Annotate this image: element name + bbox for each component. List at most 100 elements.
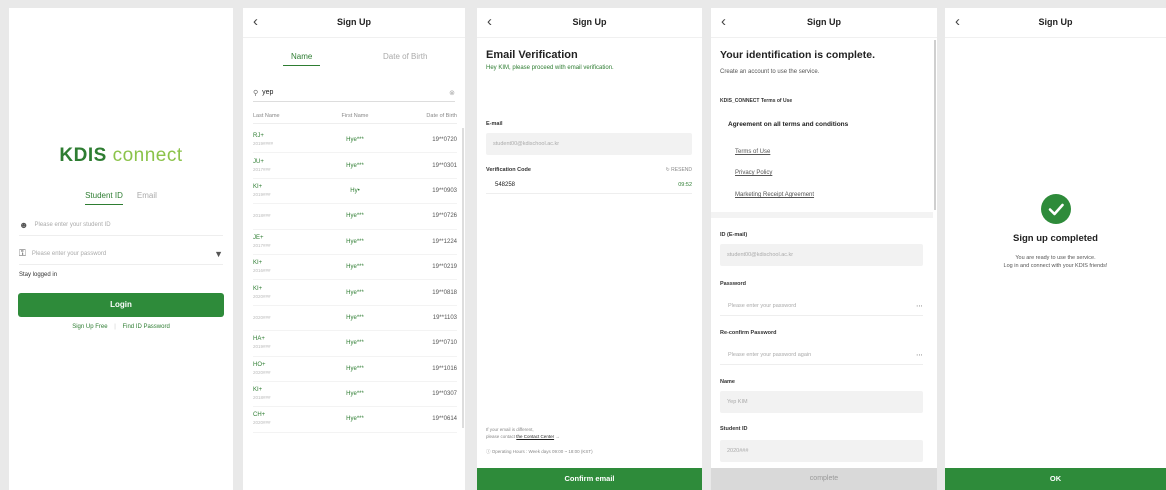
- logo-kdis: KDIS: [59, 145, 107, 166]
- search-query: yep: [262, 89, 274, 96]
- first-name-cell: Hye***: [346, 340, 364, 347]
- contact-center-link[interactable]: the Contact Center: [516, 434, 554, 439]
- table-row[interactable]: KI+ 2019### Hy• 19**0903: [253, 179, 457, 205]
- operating-hours: ⓘ Operating Hours : Week days 09:00 ~ 18…: [486, 449, 593, 454]
- terms-of-use-link[interactable]: Terms of Use: [735, 149, 770, 155]
- reconfirm-password-field[interactable]: Please enter your password again ⋯: [720, 345, 923, 365]
- clear-icon[interactable]: ⊗: [449, 89, 455, 97]
- password-label: Password: [720, 281, 746, 287]
- birth-date-cell: 19**1016: [432, 365, 457, 372]
- student-number: 2019###: [253, 344, 271, 350]
- user-icon: ☻: [19, 219, 29, 230]
- tab-date-of-birth[interactable]: Date of Birth: [383, 52, 427, 61]
- table-row[interactable]: 2018### Hye*** 19**0726: [253, 204, 457, 230]
- code-label: Verification Code: [486, 167, 531, 173]
- birth-date-cell: 19**0818: [432, 289, 457, 296]
- last-name: KI+: [253, 260, 263, 267]
- search-input[interactable]: ⚲ yep ⊗: [253, 84, 455, 102]
- eye-icon[interactable]: ▼: [214, 249, 223, 259]
- eye-icon[interactable]: ⋯: [916, 302, 923, 310]
- first-name-cell: Hye***: [346, 213, 364, 220]
- table-row[interactable]: JU+ 2017### Hye*** 19**0301: [253, 153, 457, 179]
- confirm-email-button[interactable]: Confirm email: [477, 468, 702, 490]
- find-password-link[interactable]: Find ID Password: [122, 324, 169, 330]
- column-header: Date of Birth: [426, 113, 457, 119]
- subheading: Hey KIM, please proceed with email verif…: [486, 65, 614, 71]
- student-id-field: 2020###: [720, 440, 923, 462]
- ok-button[interactable]: OK: [945, 468, 1166, 490]
- email-field: student00@kdischool.ac.kr: [486, 133, 692, 155]
- table-row[interactable]: JE+ 2017### Hye*** 19**1224: [253, 230, 457, 255]
- help-text: If your email is different,: [486, 427, 534, 432]
- table-row[interactable]: CH+ 2020### Hye*** 19**0614: [253, 407, 457, 433]
- arrow-icon: →: [555, 434, 560, 439]
- heading: Email Verification: [486, 49, 578, 61]
- page-title: Sign Up: [337, 17, 371, 27]
- tab-email[interactable]: Email: [137, 191, 157, 205]
- tab-name[interactable]: Name: [283, 52, 321, 66]
- last-name-cell: RJ+ 2019####: [253, 132, 321, 148]
- last-name: RJ+: [253, 133, 264, 140]
- login-button[interactable]: Login: [18, 293, 224, 317]
- privacy-policy-link[interactable]: Privacy Policy: [735, 170, 772, 176]
- last-name-cell: KI+ 2016###: [253, 259, 321, 275]
- first-name-cell: Hye***: [346, 162, 364, 169]
- first-name-cell: Hye***: [346, 289, 364, 296]
- agree-all-checkbox[interactable]: Agreement on all terms and conditions: [728, 121, 848, 128]
- first-name-cell: Hye***: [346, 137, 364, 144]
- name-field: Yep KIM: [720, 391, 923, 413]
- table-header: Last Name First Name Date of Birth: [253, 113, 457, 124]
- terms-title: KDIS_CONNECT Terms of Use: [720, 98, 793, 104]
- last-name-cell: HO+ 2020###: [253, 361, 321, 377]
- last-name-cell: 2020###: [253, 314, 321, 322]
- birth-date-cell: 19**0301: [432, 162, 457, 169]
- id-label: ID (E-mail): [720, 232, 748, 238]
- table-row[interactable]: HA+ 2019### Hye*** 19**0710: [253, 331, 457, 357]
- results-list: RJ+ 2019#### Hye*** 19**0720 JU+ 2017### Hye**…: [253, 128, 457, 433]
- student-number: 2017###: [253, 166, 271, 172]
- student-number: 2020###: [253, 314, 271, 320]
- completion-heading: Sign up completed: [1013, 233, 1098, 244]
- password-field[interactable]: ⚿ Please enter your password ▼: [19, 243, 223, 265]
- password-field[interactable]: Please enter your password ⋯: [720, 296, 923, 316]
- eye-icon[interactable]: ⋯: [916, 351, 923, 359]
- sign-up-link[interactable]: Sign Up Free: [72, 324, 107, 330]
- student-id-field[interactable]: ☻ Please enter your student ID: [19, 214, 223, 236]
- column-header: First Name: [341, 113, 369, 119]
- student-number: 2020###: [253, 293, 271, 299]
- password-placeholder: Please enter your password: [728, 302, 797, 309]
- scrollbar[interactable]: [934, 40, 936, 210]
- create-account-screen: ‹ Sign Up Your identification is complet…: [711, 8, 937, 490]
- top-bar: ‹ Sign Up: [945, 8, 1166, 38]
- heading: Your identification is complete.: [720, 49, 875, 61]
- table-row[interactable]: RJ+ 2019#### Hye*** 19**0720: [253, 128, 457, 154]
- scrollbar[interactable]: [462, 128, 464, 428]
- app-logo: KDIS connect: [9, 145, 233, 167]
- tab-student-id[interactable]: Student ID: [85, 191, 123, 205]
- sign-up-complete-screen: ‹ Sign Up Sign up completed You are read…: [945, 8, 1166, 490]
- page-title: Sign Up: [1038, 17, 1073, 27]
- table-row[interactable]: KI+ 2018### Hye*** 19**0307: [253, 382, 457, 408]
- verification-code-input[interactable]: 548258 09:52: [486, 176, 692, 194]
- login-links: Sign Up Free | Find ID Password: [9, 324, 233, 330]
- last-name-cell: JU+ 2017###: [253, 158, 321, 174]
- search-tabs: Name Date of Birth: [243, 38, 465, 74]
- column-header: Last Name: [253, 113, 280, 119]
- birth-date-cell: 19**0726: [432, 213, 457, 220]
- birth-date-cell: 19**0614: [432, 416, 457, 423]
- table-row[interactable]: 2020### Hye*** 19**1103: [253, 306, 457, 332]
- student-number: 2019###: [253, 191, 271, 197]
- student-number: 2019####: [253, 141, 274, 147]
- resend-button[interactable]: ↻ RESEND: [666, 167, 692, 173]
- complete-button[interactable]: complete: [711, 468, 937, 490]
- logo-connect: connect: [112, 145, 183, 166]
- last-name: HA+: [253, 336, 265, 343]
- table-row[interactable]: KI+ 2016### Hye*** 19**0219: [253, 255, 457, 281]
- marketing-agreement-link[interactable]: Marketing Receipt Agreement: [735, 192, 814, 198]
- table-row[interactable]: HO+ 2020### Hye*** 19**1016: [253, 357, 457, 382]
- page-title: Sign Up: [572, 17, 607, 27]
- stay-logged-in-checkbox[interactable]: Stay logged in: [19, 272, 57, 278]
- table-row[interactable]: KI+ 2020### Hye*** 19**0818: [253, 280, 457, 306]
- birth-date-cell: 19**0219: [432, 264, 457, 271]
- first-name-cell: Hye***: [346, 416, 364, 423]
